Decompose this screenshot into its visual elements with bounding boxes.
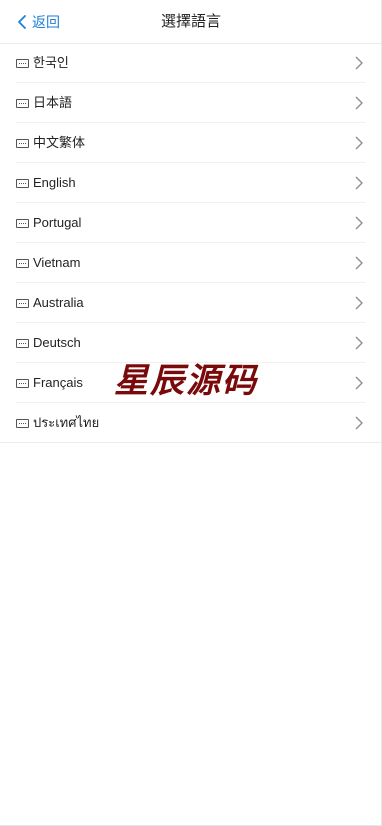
language-label: 中文繁体: [33, 135, 86, 150]
language-item-japanese[interactable]: 日本語: [0, 83, 382, 123]
language-label: 日本語: [33, 95, 73, 110]
language-item-portugal[interactable]: Portugal: [0, 203, 382, 243]
chevron-right-icon: [355, 416, 363, 430]
language-label: Vietnam: [33, 255, 81, 270]
chevron-right-icon: [355, 96, 363, 110]
language-label: English: [33, 175, 76, 190]
divider: [0, 442, 382, 443]
chevron-right-icon: [355, 136, 363, 150]
flag-icon: [16, 218, 29, 228]
flag-icon: [16, 338, 29, 348]
chevron-right-icon: [355, 256, 363, 270]
watermark: 星辰源码: [114, 361, 258, 401]
flag-icon: [16, 378, 29, 388]
language-label: Deutsch: [33, 335, 81, 350]
flag-icon: [16, 418, 29, 428]
language-label: 한국인: [33, 55, 69, 70]
language-item-english[interactable]: English: [0, 163, 382, 203]
chevron-right-icon: [355, 56, 363, 70]
chevron-right-icon: [355, 216, 363, 230]
language-label: Australia: [33, 295, 84, 310]
chevron-right-icon: [355, 336, 363, 350]
language-item-chinese-traditional[interactable]: 中文繁体: [0, 123, 382, 163]
flag-icon: [16, 138, 29, 148]
language-item-deutsch[interactable]: Deutsch: [0, 323, 382, 363]
chevron-right-icon: [355, 376, 363, 390]
chevron-right-icon: [355, 176, 363, 190]
chevron-right-icon: [355, 296, 363, 310]
language-item-korean[interactable]: 한국인: [0, 43, 382, 83]
page-title: 選擇語言: [160, 13, 221, 30]
flag-icon: [16, 58, 29, 68]
flag-icon: [16, 258, 29, 268]
language-item-thai[interactable]: ประเทศไทย: [0, 403, 382, 443]
language-label: Portugal: [33, 215, 82, 230]
language-label: Français: [33, 375, 83, 390]
flag-icon: [16, 178, 29, 188]
flag-icon: [16, 98, 29, 108]
language-item-vietnam[interactable]: Vietnam: [0, 243, 382, 283]
language-label: ประเทศไทย: [33, 415, 100, 430]
flag-icon: [16, 298, 29, 308]
header-bar: 返回 選擇語言: [0, 0, 382, 44]
language-item-australia[interactable]: Australia: [0, 283, 382, 323]
